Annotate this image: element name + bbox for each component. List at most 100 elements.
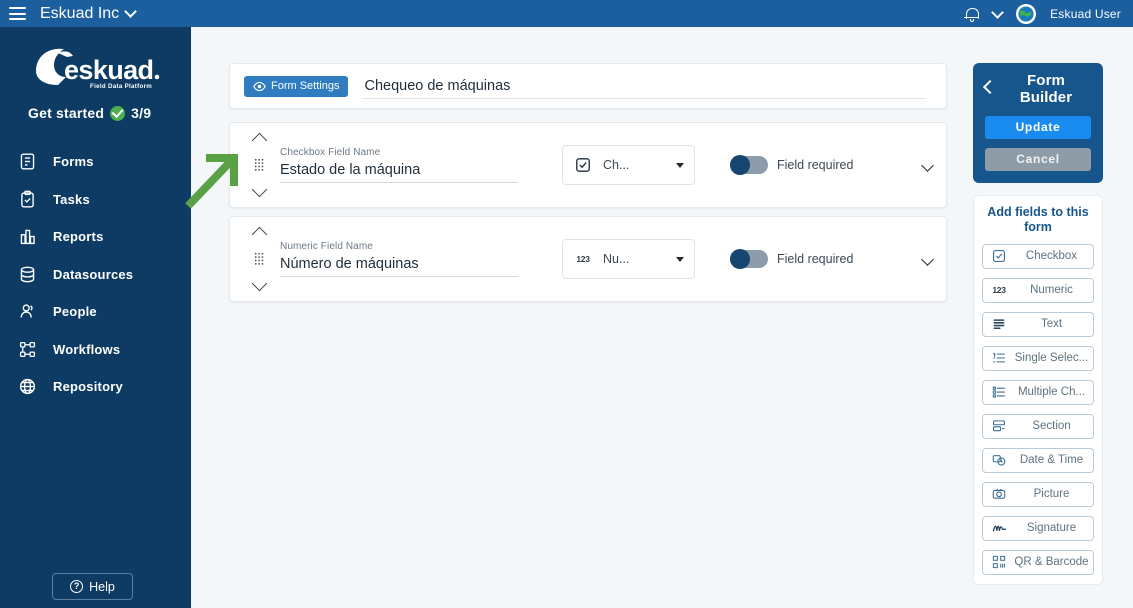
field-type-label: Signature bbox=[1014, 522, 1093, 534]
field-required-toggle-group: Field required bbox=[730, 156, 853, 174]
field-type-signature[interactable]: Signature bbox=[982, 516, 1094, 541]
caret-down-icon bbox=[676, 163, 684, 168]
help-label: Help bbox=[89, 580, 115, 594]
sidebar-item-forms[interactable]: Forms bbox=[0, 143, 191, 181]
sidebar-item-repository[interactable]: Repository bbox=[0, 368, 191, 406]
field-type-multiple-choice[interactable]: Multiple Ch... bbox=[982, 380, 1094, 405]
field-required-toggle-group: Field required bbox=[730, 250, 853, 268]
add-fields-panel: Add fields to this form Checkbox 123 Num… bbox=[973, 195, 1103, 585]
field-type-label: Checkbox bbox=[1014, 250, 1093, 262]
caret-down-icon bbox=[676, 257, 684, 262]
field-type-dropdown[interactable]: Ch... bbox=[562, 145, 695, 185]
form-title-input[interactable] bbox=[362, 74, 926, 99]
field-required-label: Field required bbox=[777, 158, 853, 172]
form-settings-bar: Form Settings bbox=[229, 63, 947, 109]
hamburger-icon[interactable] bbox=[9, 7, 26, 20]
checkbox-icon bbox=[573, 157, 593, 173]
section-icon bbox=[991, 419, 1007, 433]
field-type-date-time[interactable]: Date & Time bbox=[982, 448, 1094, 473]
drag-handle-icon[interactable] bbox=[254, 252, 264, 266]
field-required-toggle[interactable] bbox=[730, 156, 768, 174]
move-up-icon[interactable] bbox=[251, 227, 267, 243]
sidebar-item-datasources[interactable]: Datasources bbox=[0, 256, 191, 294]
sidebar-nav: Forms Tasks Reports bbox=[0, 143, 191, 406]
get-started-label: Get started bbox=[28, 105, 104, 121]
sidebar-item-tasks[interactable]: Tasks bbox=[0, 181, 191, 219]
form-settings-button[interactable]: Form Settings bbox=[244, 76, 348, 97]
field-name-block: Numeric Field Name bbox=[280, 241, 520, 277]
cancel-button[interactable]: Cancel bbox=[985, 148, 1091, 171]
move-down-icon[interactable] bbox=[251, 276, 267, 292]
chevron-down-icon[interactable] bbox=[991, 6, 1004, 19]
field-card-numeric: Numeric Field Name 123 Nu... Field requi… bbox=[229, 216, 947, 302]
field-type-text[interactable]: Text bbox=[982, 312, 1094, 337]
clipboard-check-icon bbox=[17, 189, 38, 210]
field-type-label: Date & Time bbox=[1014, 454, 1093, 466]
single-select-icon bbox=[991, 351, 1007, 365]
field-name-input[interactable] bbox=[280, 254, 518, 277]
sidebar-item-label: Forms bbox=[53, 154, 94, 169]
field-type-label: Picture bbox=[1014, 488, 1093, 500]
chevron-left-icon[interactable] bbox=[983, 80, 997, 94]
field-type-single-select[interactable]: Single Selec... bbox=[982, 346, 1094, 371]
reorder-controls bbox=[244, 132, 274, 198]
numeric-123-icon: 123 bbox=[991, 285, 1007, 295]
field-type-dropdown[interactable]: 123 Nu... bbox=[562, 239, 695, 279]
expand-field-icon[interactable] bbox=[921, 159, 934, 172]
field-type-next-partial[interactable] bbox=[982, 584, 1094, 585]
sidebar-item-people[interactable]: People bbox=[0, 293, 191, 331]
field-card-checkbox: Checkbox Field Name Ch... Field required bbox=[229, 122, 947, 208]
field-type-label: Section bbox=[1014, 420, 1093, 432]
update-button[interactable]: Update bbox=[985, 116, 1091, 139]
organization-name: Eskuad Inc bbox=[40, 5, 119, 23]
person-icon bbox=[17, 301, 38, 322]
eskuad-logo: eskuad Field Data Platform bbox=[28, 41, 168, 97]
database-icon bbox=[17, 264, 38, 285]
field-required-toggle[interactable] bbox=[730, 250, 768, 268]
field-type-picture[interactable]: Picture bbox=[982, 482, 1094, 507]
sidebar-item-label: Workflows bbox=[53, 342, 120, 357]
field-required-label: Field required bbox=[777, 252, 853, 266]
field-type-label: Text bbox=[1014, 318, 1093, 330]
get-started-status[interactable]: Get started 3/9 bbox=[28, 105, 191, 121]
move-up-icon[interactable] bbox=[251, 133, 267, 149]
field-type-section[interactable]: Section bbox=[982, 414, 1094, 439]
sidebar-item-reports[interactable]: Reports bbox=[0, 218, 191, 256]
globe-avatar-icon[interactable] bbox=[1016, 4, 1036, 24]
field-type-qr-barcode[interactable]: QR & Barcode bbox=[982, 550, 1094, 575]
field-type-caption: Checkbox Field Name bbox=[280, 147, 520, 158]
multiple-choice-icon bbox=[991, 385, 1007, 399]
check-circle-icon bbox=[110, 106, 125, 121]
notification-bell-icon[interactable] bbox=[964, 6, 979, 22]
field-type-value: Ch... bbox=[603, 158, 666, 172]
chevron-down-icon[interactable] bbox=[124, 5, 137, 18]
text-lines-icon bbox=[991, 317, 1007, 331]
main-content: Form Settings Checkbox Field Name Ch... bbox=[191, 27, 967, 608]
form-builder-title: Form Builder bbox=[1001, 73, 1091, 107]
help-button[interactable]: ? Help bbox=[52, 573, 133, 600]
qr-barcode-icon bbox=[991, 555, 1007, 569]
reorder-controls bbox=[244, 226, 274, 292]
field-type-label: QR & Barcode bbox=[1014, 556, 1093, 568]
drag-handle-icon[interactable] bbox=[254, 158, 264, 172]
field-name-input[interactable] bbox=[280, 160, 518, 183]
sidebar: eskuad Field Data Platform Get started 3… bbox=[0, 27, 191, 608]
expand-field-icon[interactable] bbox=[921, 253, 934, 266]
signature-icon bbox=[991, 522, 1007, 535]
sidebar-item-label: Reports bbox=[53, 229, 104, 244]
field-type-label: Multiple Ch... bbox=[1014, 386, 1093, 398]
sidebar-item-label: Datasources bbox=[53, 267, 133, 282]
eye-icon bbox=[253, 81, 266, 92]
get-started-count: 3/9 bbox=[131, 105, 151, 121]
field-name-block: Checkbox Field Name bbox=[280, 147, 520, 183]
field-type-label: Numeric bbox=[1014, 284, 1093, 296]
sidebar-item-label: Repository bbox=[53, 379, 123, 394]
field-type-checkbox[interactable]: Checkbox bbox=[982, 244, 1094, 269]
sidebar-item-workflows[interactable]: Workflows bbox=[0, 331, 191, 369]
field-type-numeric[interactable]: 123 Numeric bbox=[982, 278, 1094, 303]
move-down-icon[interactable] bbox=[251, 182, 267, 198]
user-name: Eskuad User bbox=[1050, 7, 1121, 21]
workflow-nodes-icon bbox=[17, 339, 38, 360]
sidebar-item-label: Tasks bbox=[53, 192, 90, 207]
top-bar: Eskuad Inc Eskuad User bbox=[0, 0, 1133, 27]
